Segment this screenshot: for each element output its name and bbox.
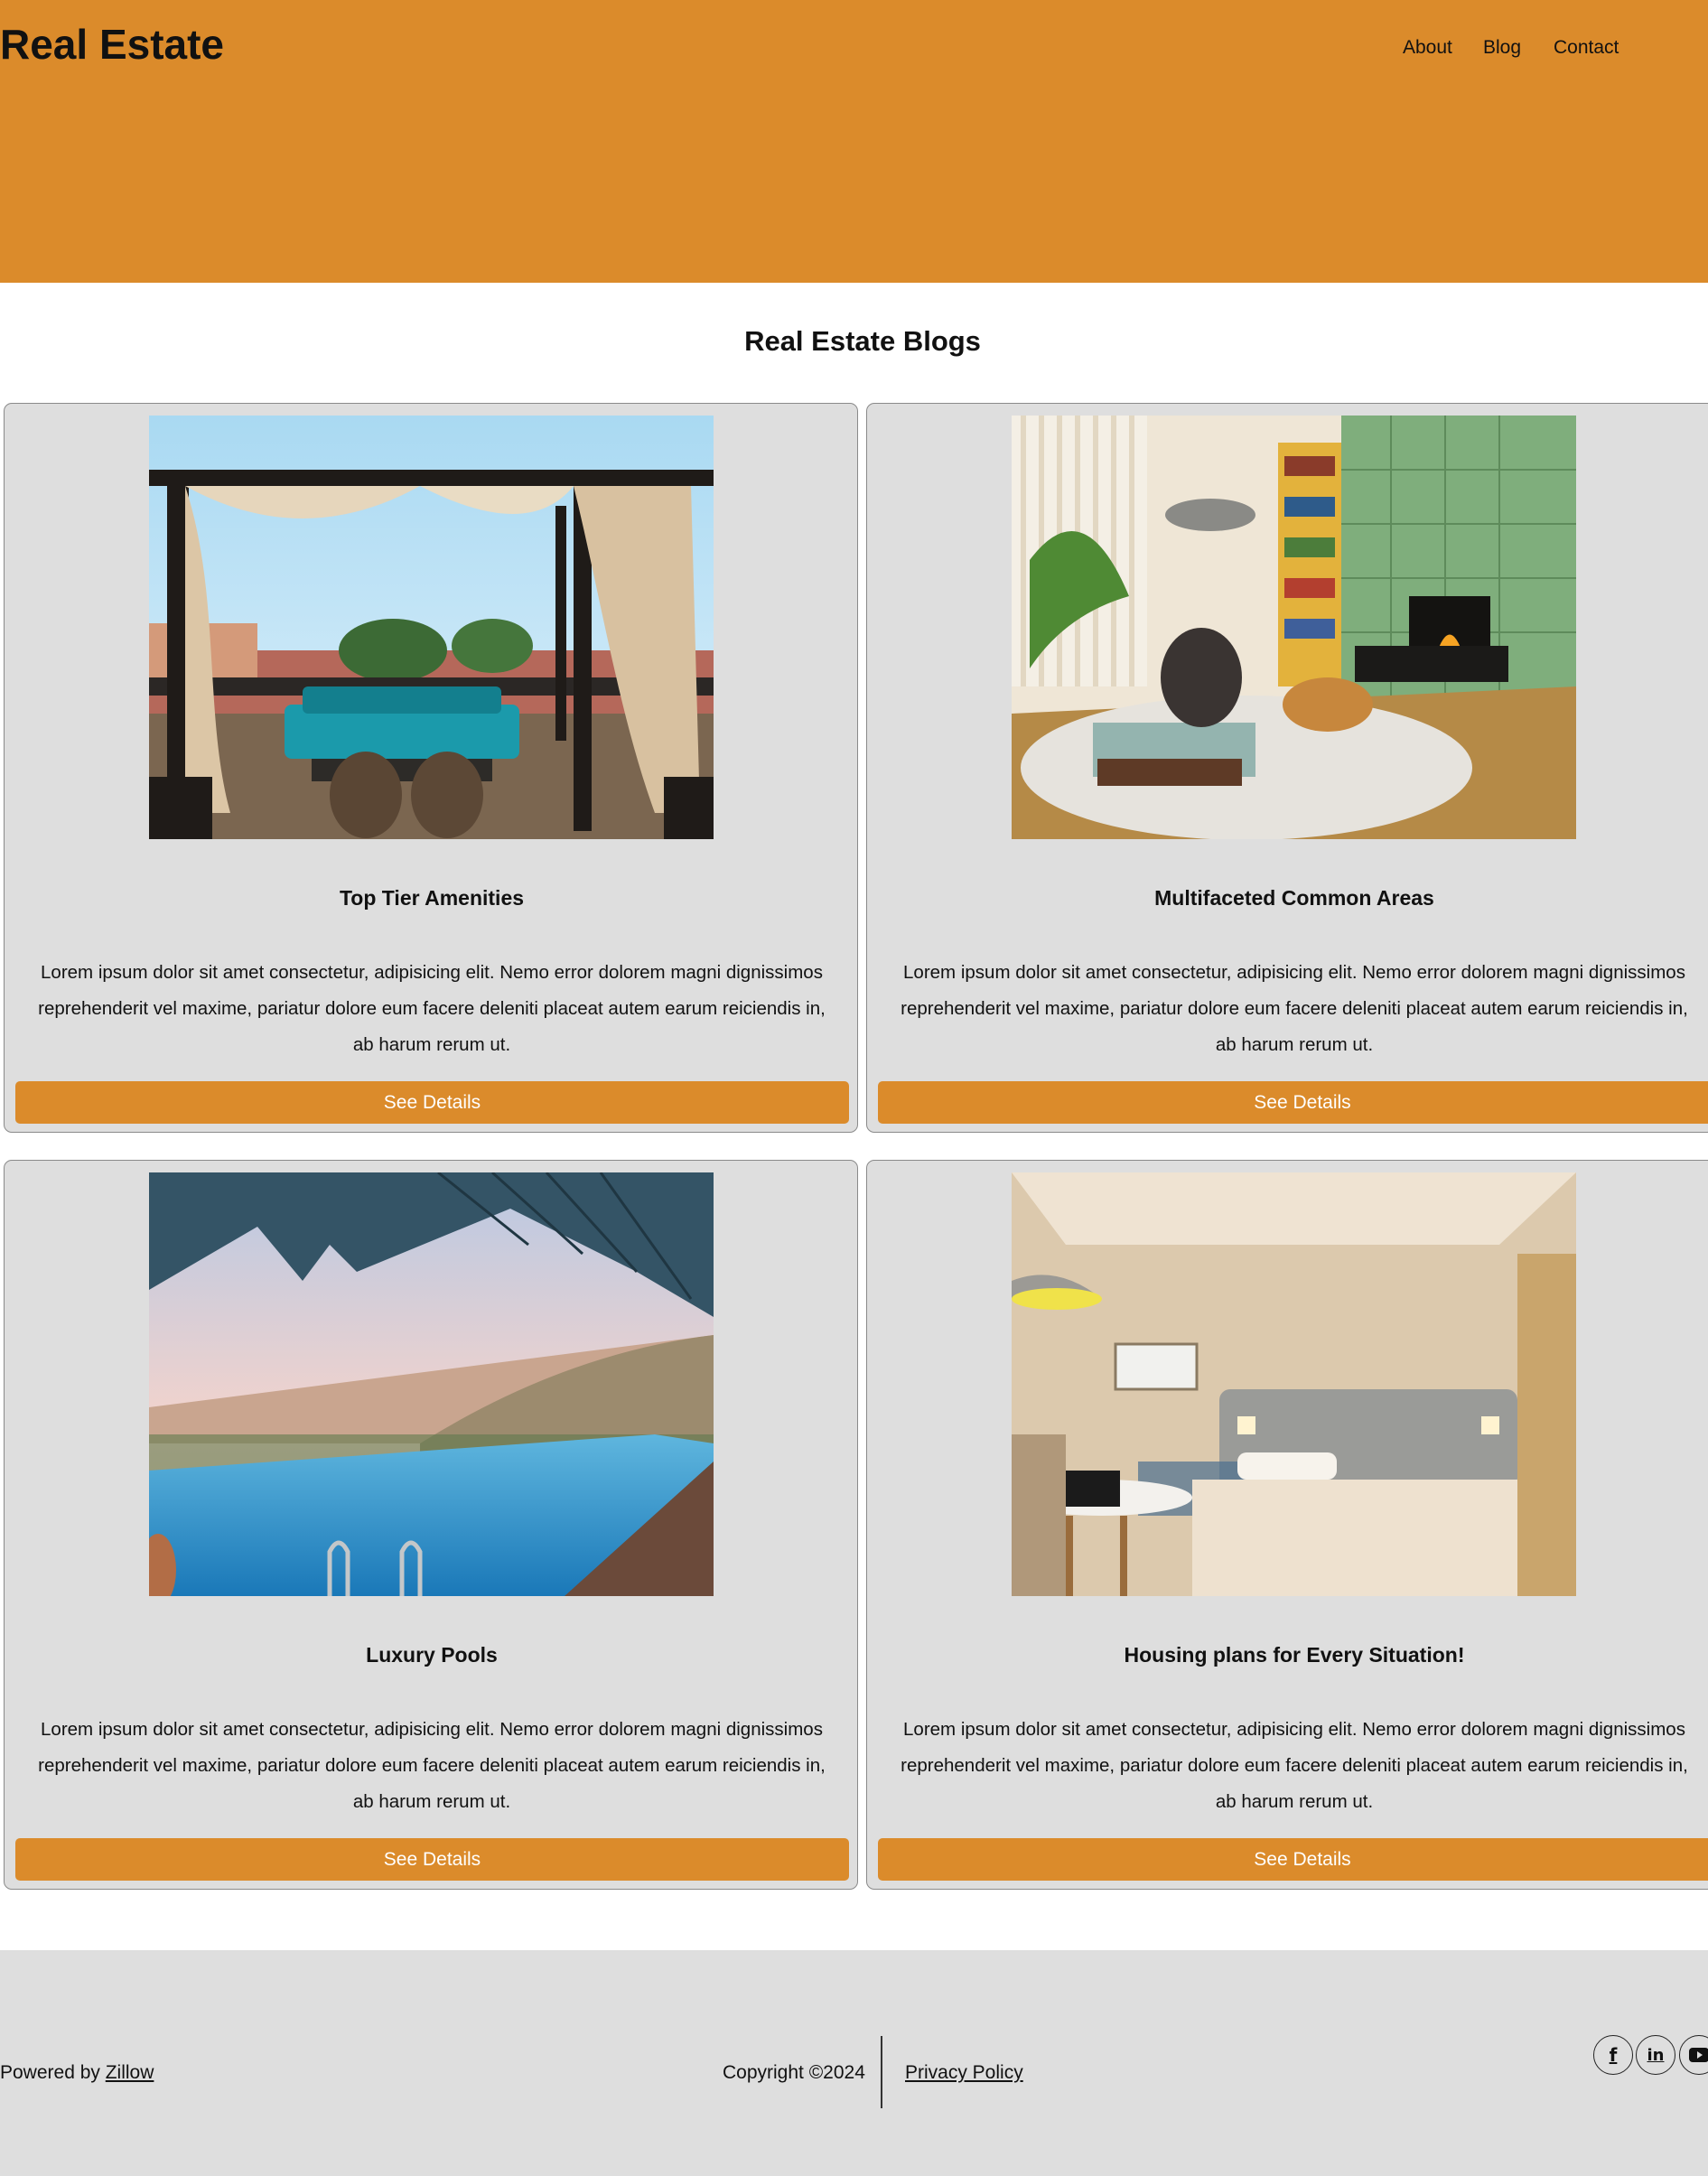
facebook-icon[interactable]: f	[1593, 2035, 1633, 2075]
card-title: Luxury Pools	[366, 1643, 498, 1667]
hotel-bedroom-photo	[1012, 1172, 1576, 1596]
blog-card: Luxury Pools Lorem ipsum dolor sit amet …	[4, 1160, 858, 1890]
blog-card: Multifaceted Common Areas Lorem ipsum do…	[866, 403, 1708, 1133]
card-description: Lorem ipsum dolor sit amet consectetur, …	[38, 962, 826, 1055]
nav-link-contact[interactable]: Contact	[1554, 34, 1619, 61]
nav-link-about[interactable]: About	[1403, 34, 1452, 61]
linkedin-icon[interactable]: in	[1636, 2035, 1675, 2075]
powered-by-label: Powered by	[0, 2062, 106, 2083]
powered-by: Powered by Zillow	[0, 2059, 154, 2087]
living-room-fireplace-photo	[1012, 416, 1576, 839]
copyright-text: Copyright ©2024	[723, 2062, 865, 2083]
blog-card: Top Tier Amenities Lorem ipsum dolor sit…	[4, 403, 858, 1133]
see-details-button[interactable]: See Details	[15, 1081, 849, 1124]
patio-gazebo-photo	[149, 416, 714, 839]
card-title: Housing plans for Every Situation!	[1124, 1643, 1465, 1667]
site-header: Real Estate About Blog Contact	[0, 0, 1708, 283]
blog-card: Housing plans for Every Situation! Lorem…	[866, 1160, 1708, 1890]
footer-divider	[881, 2036, 882, 2108]
nav-link-blog[interactable]: Blog	[1483, 34, 1521, 61]
card-description: Lorem ipsum dolor sit amet consectetur, …	[901, 962, 1688, 1055]
section-title: Real Estate Blogs	[744, 325, 981, 357]
brand-logo-text[interactable]: Real Estate	[0, 18, 224, 70]
see-details-button[interactable]: See Details	[15, 1838, 849, 1881]
site-footer: Powered by Zillow Copyright ©2024 Privac…	[0, 1950, 1708, 2176]
youtube-icon[interactable]	[1679, 2035, 1708, 2075]
card-title: Top Tier Amenities	[339, 886, 525, 910]
infinity-pool-photo	[149, 1172, 714, 1596]
card-description: Lorem ipsum dolor sit amet consectetur, …	[38, 1719, 826, 1812]
card-description: Lorem ipsum dolor sit amet consectetur, …	[901, 1719, 1688, 1812]
see-details-button[interactable]: See Details	[878, 1838, 1708, 1881]
card-title: Multifaceted Common Areas	[1154, 886, 1434, 910]
see-details-button[interactable]: See Details	[878, 1081, 1708, 1124]
zillow-link[interactable]: Zillow	[106, 2062, 154, 2083]
privacy-policy-link[interactable]: Privacy Policy	[905, 2059, 1023, 2087]
